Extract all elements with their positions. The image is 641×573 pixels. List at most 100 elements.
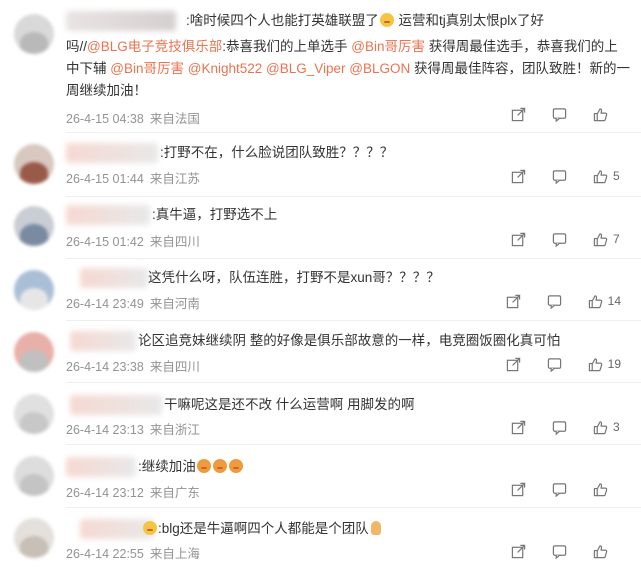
reply-button[interactable] — [552, 107, 567, 122]
location: 来自浙江 — [149, 423, 200, 437]
avatar[interactable] — [14, 394, 54, 434]
like-icon — [588, 294, 603, 309]
comment-meta: 26-4-14 23:13 来自浙江 — [66, 419, 200, 438]
avatar[interactable] — [14, 144, 54, 184]
share-icon — [511, 169, 526, 184]
like-icon — [593, 107, 608, 122]
reply-button[interactable] — [552, 482, 567, 497]
comment-icon — [547, 357, 562, 372]
comment-actions: 7 — [485, 229, 621, 249]
hand-emoji — [370, 521, 381, 535]
avatar[interactable] — [14, 332, 54, 372]
share-icon — [506, 357, 521, 372]
mention-link[interactable]: @BLGON — [349, 61, 410, 76]
like-count: 5 — [613, 169, 620, 183]
comment-text: :啥时候四个人也能打英雄联盟了 运营和tj真别太恨plx了好 — [186, 10, 544, 32]
like-icon — [593, 482, 608, 497]
share-icon — [511, 107, 526, 122]
comment-actions: 3 — [485, 417, 621, 437]
divider — [66, 132, 641, 133]
timestamp: 26-4-15 01:44 — [66, 172, 144, 186]
username[interactable] — [80, 268, 148, 288]
location: 来自法国 — [149, 112, 200, 126]
crown-emoji — [379, 13, 394, 27]
avatar[interactable] — [14, 206, 54, 246]
divider — [66, 196, 641, 197]
comment-text: 中下辅 @Bin哥厉害 @Knight522 @BLG_Viper @BLGON… — [66, 58, 630, 80]
text-segment: 周继续加油！ — [66, 83, 147, 98]
comment-text: :打野不在，什么脸说团队致胜？？？？ — [160, 142, 393, 164]
share-button[interactable] — [511, 107, 526, 122]
reply-button[interactable] — [547, 357, 562, 372]
username[interactable] — [70, 331, 136, 351]
username[interactable] — [70, 395, 162, 415]
like-button[interactable] — [593, 544, 621, 559]
comment-icon — [552, 482, 567, 497]
mention-link[interactable]: @Bin哥厉害 — [110, 61, 184, 76]
timestamp: 26-4-15 01:42 — [66, 235, 144, 249]
comment-text: 论区追竞妹继续阴 整的好像是俱乐部故意的一样，电竞圈饭圈化真可怕 — [138, 330, 560, 352]
share-button[interactable] — [511, 420, 526, 435]
reply-button[interactable] — [552, 544, 567, 559]
comment-actions — [485, 104, 621, 124]
comment-meta: 26-4-14 22:55 来自上海 — [66, 543, 200, 562]
mention-link[interactable]: @Bin哥厉害 — [351, 39, 425, 54]
like-button[interactable]: 5 — [593, 169, 621, 184]
comment-meta: 26-4-14 23:49 来自河南 — [66, 293, 200, 312]
comment-icon — [552, 232, 567, 247]
comment-text: 这凭什么呀，队伍连胜，打野不是xun哥？？？？ — [148, 267, 440, 289]
username[interactable] — [66, 143, 158, 163]
like-button[interactable]: 19 — [588, 357, 621, 372]
avatar[interactable] — [14, 456, 54, 496]
reply-button[interactable] — [552, 169, 567, 184]
comment-actions — [485, 541, 621, 561]
like-button[interactable]: 7 — [593, 232, 621, 247]
share-icon — [511, 420, 526, 435]
share-button[interactable] — [506, 294, 521, 309]
mention-link[interactable]: @Knight522 — [188, 61, 263, 76]
angry-emoji — [196, 459, 211, 473]
like-button[interactable] — [593, 482, 621, 497]
comment-icon — [552, 544, 567, 559]
location: 来自四川 — [149, 235, 200, 249]
like-button[interactable]: 3 — [593, 420, 621, 435]
mention-link[interactable]: @BLG电子竞技俱乐部 — [87, 39, 222, 54]
reply-button[interactable] — [547, 294, 562, 309]
username[interactable] — [66, 457, 136, 477]
reply-button[interactable] — [552, 232, 567, 247]
text-segment: 干嘛呢这是还不改 什么运营啊 用脚发的啊 — [164, 397, 415, 412]
comment-actions — [485, 479, 621, 499]
share-button[interactable] — [511, 544, 526, 559]
location: 来自四川 — [149, 360, 200, 374]
text-segment: 运营和tj真别太恨plx了好 — [394, 13, 545, 28]
like-count: 3 — [613, 420, 620, 434]
share-button[interactable] — [511, 169, 526, 184]
reply-button[interactable] — [552, 420, 567, 435]
text-segment: 这凭什么呀，队伍连胜，打野不是xun哥？？？？ — [148, 270, 440, 285]
mention-link[interactable]: @BLG_Viper — [266, 61, 346, 76]
share-icon — [511, 232, 526, 247]
username[interactable] — [66, 205, 150, 225]
like-icon — [593, 232, 608, 247]
comment-icon — [547, 294, 562, 309]
comment-meta: 26-4-15 01:44 来自江苏 — [66, 168, 200, 187]
share-button[interactable] — [506, 357, 521, 372]
avatar[interactable] — [14, 14, 54, 54]
share-button[interactable] — [511, 232, 526, 247]
comment-meta: 26-4-15 01:42 来自四川 — [66, 231, 200, 250]
comment-text: 吗//@BLG电子竞技俱乐部:恭喜我们的上单选手 @Bin哥厉害 获得周最佳选手… — [66, 36, 618, 58]
avatar[interactable] — [14, 518, 54, 558]
comment-text: :blg还是牛逼啊四个人都能是个团队 — [142, 518, 381, 540]
like-button[interactable]: 14 — [588, 294, 621, 309]
timestamp: 26-4-14 23:12 — [66, 486, 144, 500]
timestamp: 26-4-14 22:55 — [66, 547, 144, 561]
like-button[interactable] — [593, 107, 621, 122]
location: 来自广东 — [149, 486, 200, 500]
avatar[interactable] — [14, 270, 54, 310]
share-button[interactable] — [511, 482, 526, 497]
comment-actions: 5 — [485, 166, 621, 186]
like-icon — [593, 169, 608, 184]
username[interactable] — [66, 11, 176, 31]
comment-actions: 14 — [480, 291, 621, 311]
text-segment: 获得周最佳阵容，团队致胜！新的一 — [410, 61, 631, 76]
